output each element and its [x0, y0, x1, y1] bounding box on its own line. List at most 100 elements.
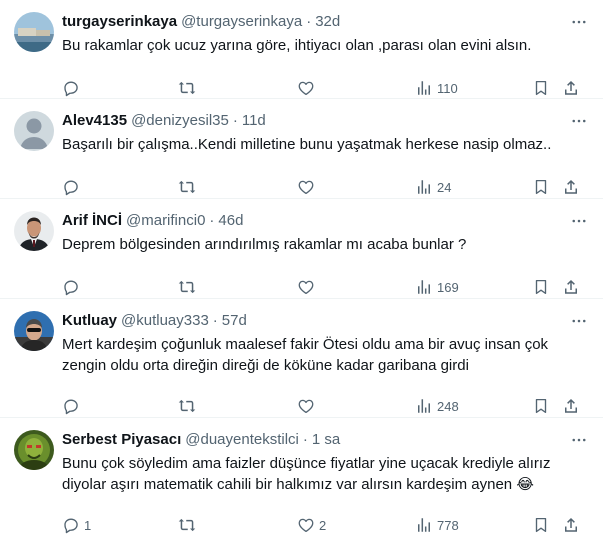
timestamp[interactable]: 57d — [222, 311, 247, 331]
bookmark-button[interactable] — [532, 78, 550, 98]
avatar[interactable] — [14, 311, 54, 351]
timestamp[interactable]: 1 sa — [312, 430, 340, 450]
repost-icon — [178, 518, 196, 532]
share-button[interactable] — [562, 515, 580, 535]
view-count: 248 — [437, 398, 459, 414]
user-handle[interactable]: @turgayserinkaya — [181, 12, 302, 32]
display-name[interactable]: Kutluay — [62, 311, 117, 331]
display-name[interactable]: Serbest Piyasacı — [62, 430, 181, 450]
reply-button[interactable] — [62, 277, 84, 297]
avatar[interactable] — [14, 111, 54, 151]
reply-icon — [64, 81, 78, 97]
share-button[interactable] — [562, 78, 580, 98]
views-button[interactable]: 110 — [415, 78, 458, 98]
bookmark-icon — [535, 179, 547, 195]
view-count: 110 — [437, 80, 458, 96]
separator-dot: · — [209, 212, 215, 229]
like-button[interactable]: 2 — [297, 515, 326, 535]
share-button[interactable] — [562, 277, 580, 297]
avatar[interactable] — [14, 211, 54, 251]
heart-icon — [298, 81, 314, 96]
reply-button[interactable] — [62, 177, 84, 197]
timestamp[interactable]: 46d — [218, 211, 243, 231]
separator-dot: · — [212, 312, 218, 329]
repost-icon — [178, 180, 196, 194]
repost-button[interactable] — [178, 78, 200, 98]
reply-button[interactable]: 1 — [62, 515, 91, 535]
heart-icon — [298, 280, 314, 295]
views-button[interactable]: 24 — [415, 177, 451, 197]
avatar[interactable] — [14, 430, 54, 470]
like-button[interactable] — [297, 78, 319, 98]
views-button[interactable]: 778 — [415, 515, 459, 535]
user-handle[interactable]: @kutluay333 — [121, 311, 209, 331]
reply-item[interactable]: turgayserinkaya @turgayserinkaya · 32d B… — [0, 0, 603, 99]
repost-icon — [178, 81, 196, 95]
display-name[interactable]: turgayserinkaya — [62, 12, 177, 32]
repost-icon — [178, 280, 196, 294]
views-chart-icon — [418, 280, 430, 294]
user-handle[interactable]: @duayentekstilci — [185, 430, 299, 450]
user-handle[interactable]: @marifinci0 — [126, 211, 205, 231]
bookmark-icon — [535, 80, 547, 96]
reply-text: Bunu çok söyledim ama faizler düşünce fi… — [62, 453, 587, 495]
like-count: 2 — [319, 517, 327, 533]
views-chart-icon — [418, 518, 430, 532]
reply-text: Bu rakamlar çok ucuz yarına göre, ihtiya… — [62, 37, 532, 54]
avatar[interactable] — [14, 12, 54, 52]
more-options-icon[interactable] — [569, 430, 589, 450]
reply-button[interactable] — [62, 396, 84, 416]
more-options-icon[interactable] — [569, 12, 589, 32]
reply-item[interactable]: Serbest Piyasacı @duayentekstilci · 1 sa… — [0, 418, 603, 537]
heart-icon — [298, 399, 314, 414]
bookmark-icon — [535, 517, 547, 533]
timestamp[interactable]: 11d — [242, 111, 266, 131]
view-count: 778 — [437, 517, 459, 533]
like-button[interactable] — [297, 177, 319, 197]
reply-item[interactable]: Kutluay @kutluay333 · 57d Mert kardeşim … — [0, 299, 603, 418]
user-handle[interactable]: @denizyesil35 — [131, 111, 229, 131]
bookmark-button[interactable] — [532, 515, 550, 535]
views-button[interactable]: 169 — [415, 277, 459, 297]
share-icon — [565, 517, 577, 532]
share-icon — [565, 80, 577, 95]
repost-button[interactable] — [178, 515, 200, 535]
reply-count: 1 — [84, 517, 92, 533]
more-options-icon[interactable] — [569, 111, 589, 131]
view-count: 169 — [437, 279, 459, 295]
heart-icon — [298, 180, 314, 195]
bookmark-button[interactable] — [532, 177, 550, 197]
reply-icon — [64, 280, 78, 296]
reply-feed: turgayserinkaya @turgayserinkaya · 32d B… — [0, 0, 603, 537]
share-button[interactable] — [562, 177, 580, 197]
repost-icon — [178, 399, 196, 413]
views-button[interactable]: 248 — [415, 396, 459, 416]
display-name[interactable]: Arif İNCİ — [62, 211, 122, 231]
reply-icon — [64, 180, 78, 196]
display-name[interactable]: Alev4135 — [62, 111, 127, 131]
views-chart-icon — [418, 399, 430, 413]
bookmark-button[interactable] — [532, 277, 550, 297]
action-bar: 1 2 778 — [62, 506, 587, 537]
like-button[interactable] — [297, 396, 319, 416]
bookmark-button[interactable] — [532, 396, 550, 416]
share-button[interactable] — [562, 396, 580, 416]
views-chart-icon — [418, 81, 430, 95]
more-options-icon[interactable] — [569, 311, 589, 331]
repost-button[interactable] — [178, 177, 200, 197]
view-count: 24 — [437, 179, 452, 195]
reply-item[interactable]: Alev4135 @denizyesil35 · 11d Başarılı bi… — [0, 99, 603, 199]
reply-icon — [64, 399, 78, 415]
reply-item[interactable]: Arif İNCİ @marifinci0 · 46d Deprem bölge… — [0, 199, 603, 299]
separator-dot: · — [232, 112, 238, 129]
more-options-icon[interactable] — [569, 211, 589, 231]
bookmark-icon — [535, 279, 547, 295]
reply-icon — [64, 518, 78, 534]
like-button[interactable] — [297, 277, 319, 297]
reply-button[interactable] — [62, 78, 84, 98]
repost-button[interactable] — [178, 277, 200, 297]
timestamp[interactable]: 32d — [315, 12, 340, 32]
reply-text: Başarılı bir çalışma..Kendi milletine bu… — [62, 136, 552, 153]
reply-text: Deprem bölgesinden arındırılmış rakamlar… — [62, 236, 467, 253]
repost-button[interactable] — [178, 396, 200, 416]
